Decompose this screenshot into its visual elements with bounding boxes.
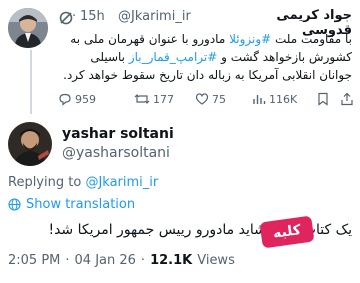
hashtag-trump[interactable]: #ترامپ_قمار_باز [129,50,217,64]
text-span: با مقاومت ملت [271,32,352,46]
reply-meta-line: 2:05 PM · 04 Jan 26 · 12.1K Views [8,253,235,268]
replying-to-prefix: Replying to [8,175,86,190]
views-chart-icon [252,92,266,106]
meta-dot: · [65,253,70,268]
like-count: 75 [212,92,226,106]
reply-views-count: 12.1K [150,253,193,268]
parent-separator: · [72,9,77,24]
bookmark-button[interactable] [316,92,330,106]
parent-text-line-3: جوانان انقلابی آمریکا به زباله دان تاریخ… [63,68,352,82]
watermark-logo: کلبه [259,215,315,249]
retweet-count: 177 [153,92,174,106]
thread-connector-line [30,50,32,114]
reply-count: 959 [75,92,96,106]
parent-text-line-2: کشورش بازخواهد گشت و #ترامپ_قمار_باز باس… [56,48,352,66]
reply-date[interactable]: 04 Jan 26 [75,253,136,268]
show-translation-label: Show translation [26,197,136,212]
globe-icon [8,198,21,211]
meta-dot: · [140,253,146,268]
text-span: مادورو با عنوان قهرمان ملی به [70,32,230,46]
replying-to-line: Replying to @Jkarimi_ir [8,175,158,190]
parent-action-bar: 959 177 75 116K [58,92,356,108]
hashtag-venezuela[interactable]: #ونزوئلا [229,32,271,46]
parent-time-ago[interactable]: 15h [80,9,105,24]
retweet-icon [134,92,150,106]
replying-to-handle-link[interactable]: @Jkarimi_ir [85,175,158,190]
parent-text-line-1: با مقاومت ملت #ونزوئلا مادورو با عنوان ق… [56,30,352,48]
bookmark-icon [318,92,328,106]
views-count: 116K [269,92,298,106]
share-icon [341,92,353,106]
reply-display-name[interactable]: yashar soltani [62,126,174,142]
show-translation-link[interactable]: Show translation [8,197,135,212]
reply-time[interactable]: 2:05 PM [8,253,60,268]
reply-views-label: Views [197,253,235,268]
text-span: باسیلی [90,50,129,64]
retweet-button[interactable]: 177 [134,92,174,106]
parent-tweet-text: با مقاومت ملت #ونزوئلا مادورو با عنوان ق… [56,30,352,84]
share-button[interactable] [340,92,354,106]
watermark-text: کلبه [271,222,303,242]
parent-avatar[interactable] [8,8,48,48]
like-button[interactable]: 75 [195,92,226,106]
text-span: کشورش بازخواهد گشت و [217,50,352,64]
parent-handle[interactable]: @Jkarimi_ir [118,9,191,24]
reply-icon [58,92,72,106]
views-button[interactable]: 116K [252,92,297,106]
heart-icon [195,92,209,106]
reply-button[interactable]: 959 [58,92,96,106]
reply-avatar[interactable] [8,122,52,166]
reply-handle[interactable]: @yasharsoltani [62,145,170,161]
